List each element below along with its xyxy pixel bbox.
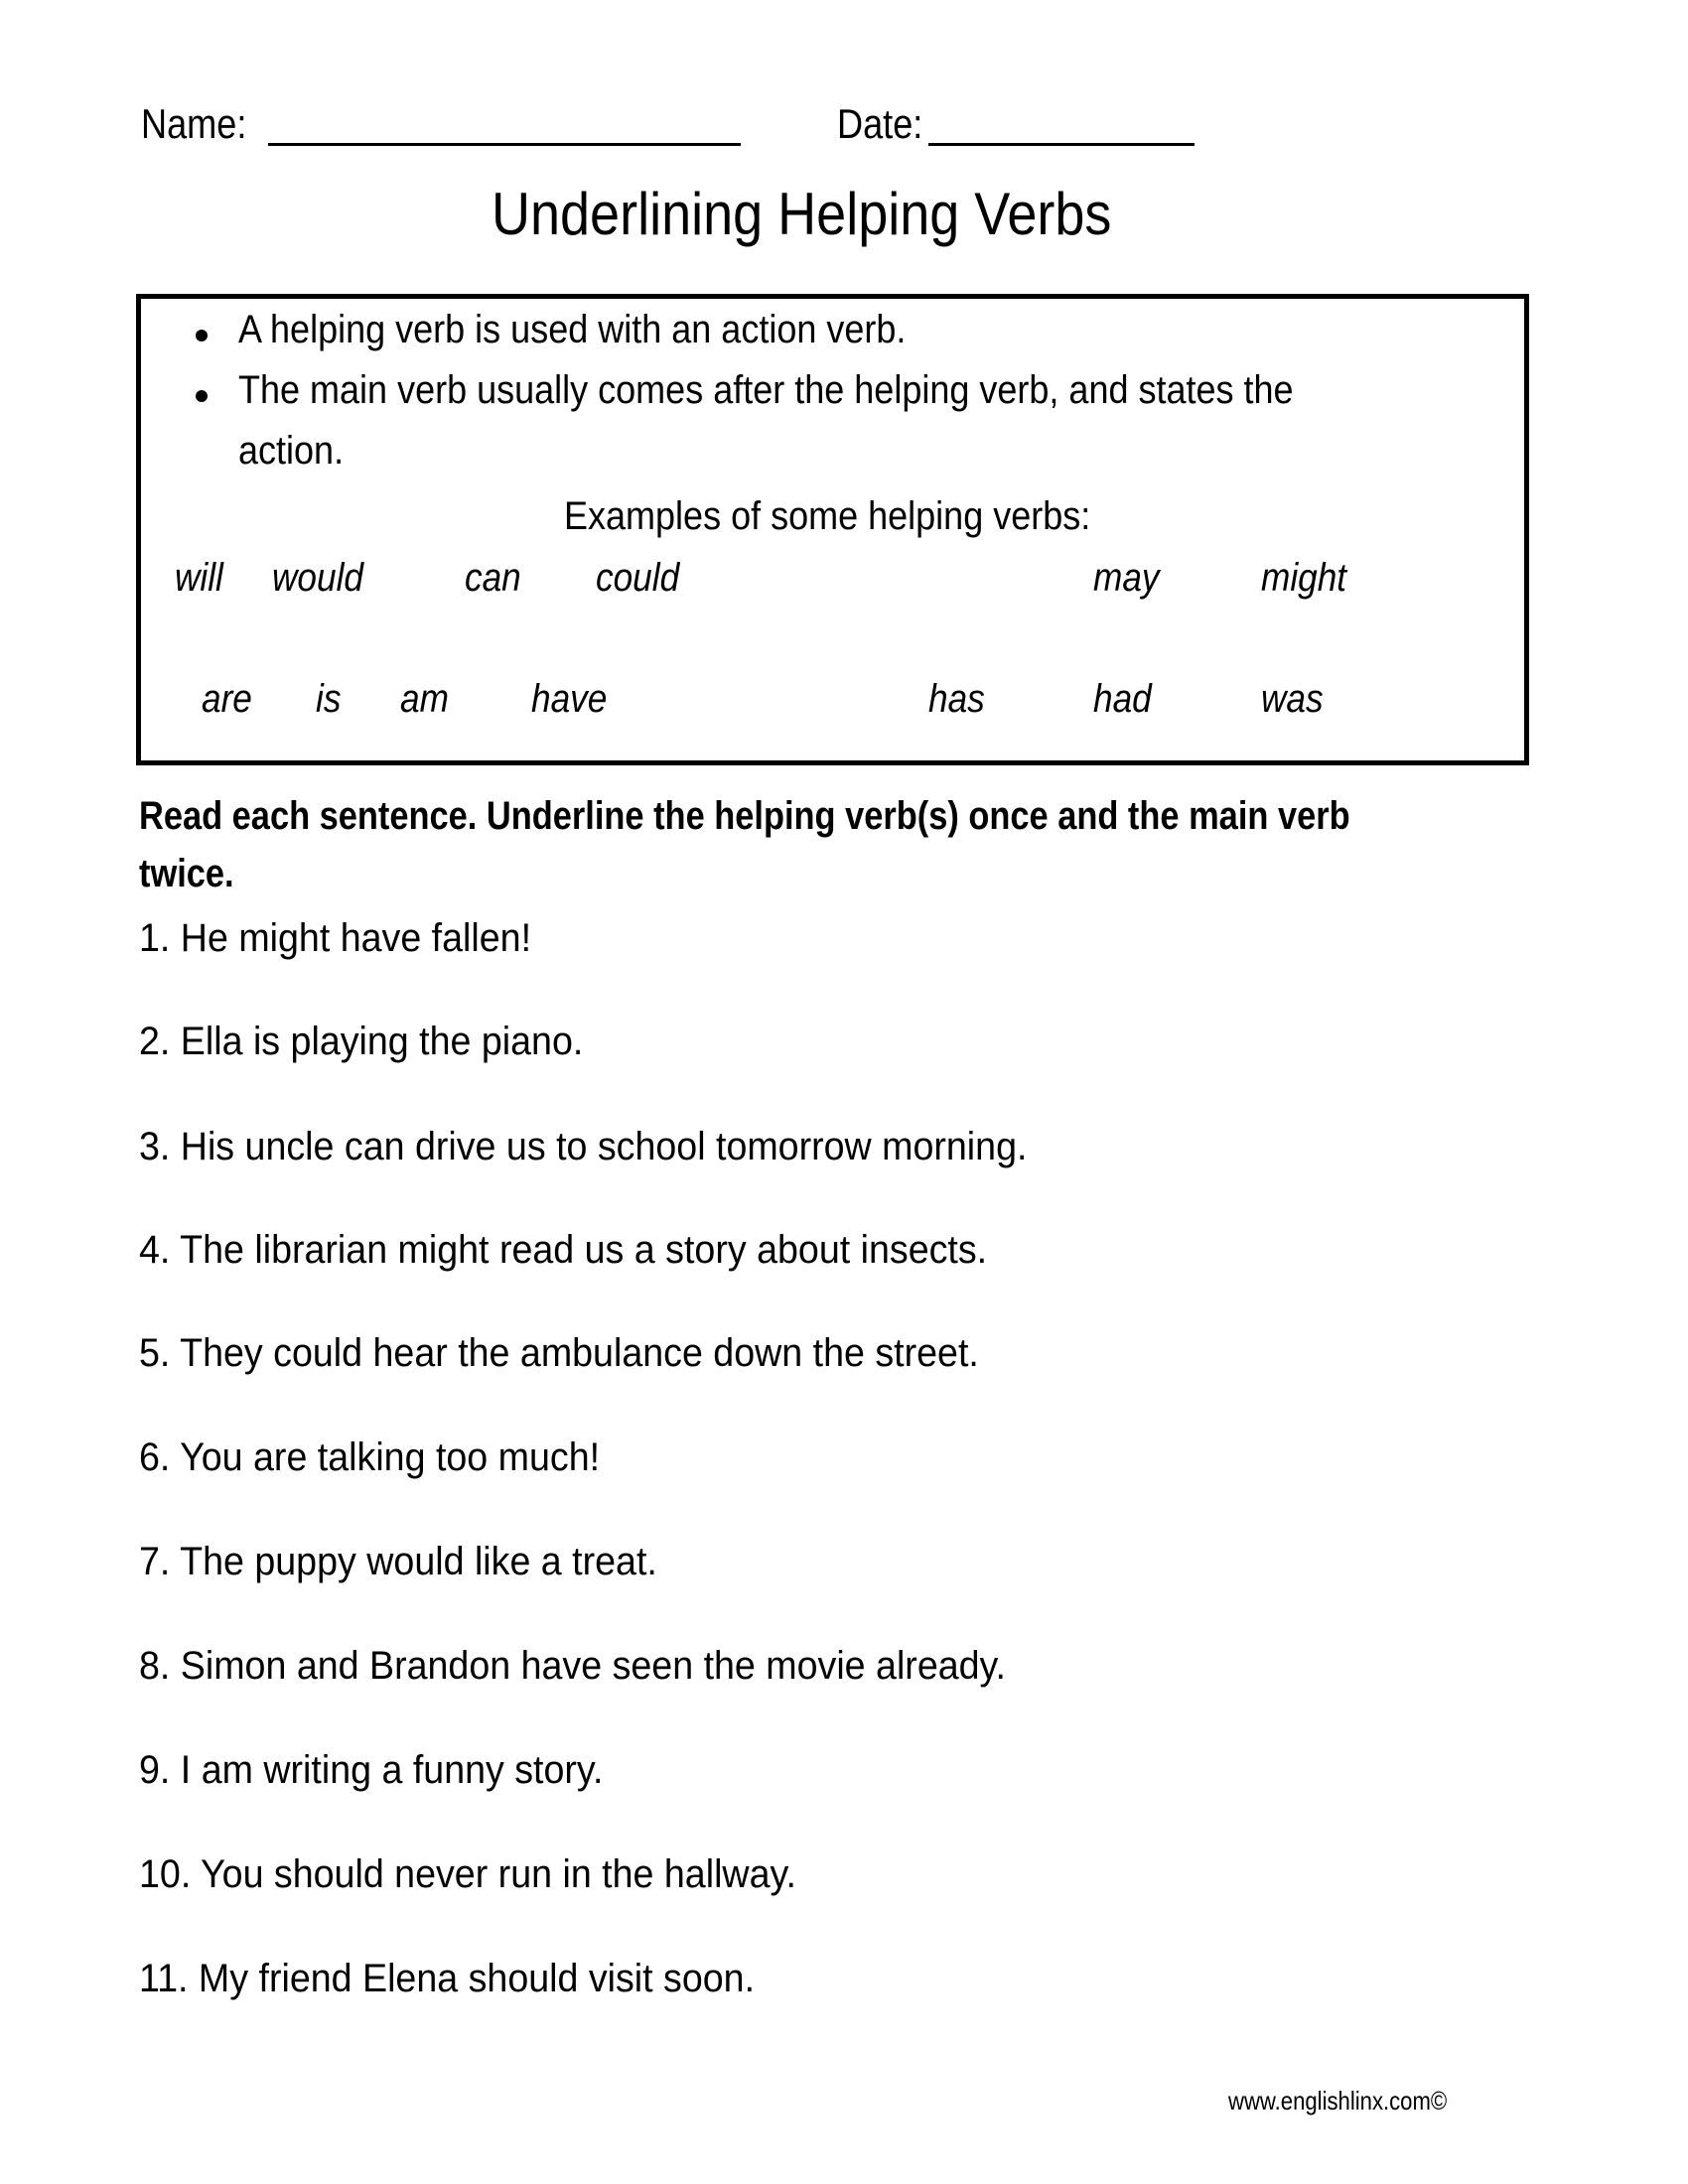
sentence-item: 8. Simon and Brandon have seen the movie…: [139, 1644, 1007, 1688]
helping-verb: is: [316, 677, 342, 721]
sentence-item: 3. His uncle can drive us to school tomo…: [139, 1125, 1028, 1168]
date-field[interactable]: [928, 143, 1195, 146]
helping-verb: are: [202, 677, 252, 721]
footer-copyright: www.englishlinx.com©: [1228, 2086, 1448, 2116]
bullet-text-continuation: action.: [238, 429, 345, 473]
helping-verb: can: [465, 556, 521, 600]
bullet-icon: [196, 390, 208, 402]
sentence-item: 10. You should never run in the hallway.: [139, 1852, 796, 1896]
helping-verb: may: [1093, 556, 1160, 600]
helping-verb: would: [272, 556, 363, 600]
date-label: Date:: [837, 100, 923, 147]
examples-heading: Examples of some helping verbs:: [564, 494, 1091, 538]
bullet-text: A helping verb is used with an action ve…: [238, 308, 907, 351]
name-label: Name:: [141, 100, 247, 147]
helping-verb: will: [175, 556, 223, 600]
instructions-line-2: twice.: [139, 852, 234, 895]
sentence-item: 7. The puppy would like a treat.: [139, 1540, 657, 1583]
sentence-item: 6. You are talking too much!: [139, 1435, 601, 1479]
helping-verb: have: [531, 677, 608, 721]
helping-verb: am: [400, 677, 449, 721]
instructions-line-1: Read each sentence. Underline the helpin…: [139, 794, 1350, 838]
sentence-item: 4. The librarian might read us a story a…: [139, 1228, 988, 1272]
sentence-item: 2. Ella is playing the piano.: [139, 1020, 584, 1063]
name-field[interactable]: [268, 143, 741, 146]
helping-verb: was: [1261, 677, 1324, 721]
helping-verb: had: [1093, 677, 1152, 721]
bullet-icon: [196, 330, 208, 341]
sentence-item: 9. I am writing a funny story.: [139, 1748, 604, 1792]
bullet-text: The main verb usually comes after the he…: [238, 368, 1294, 412]
sentence-item: 5. They could hear the ambulance down th…: [139, 1331, 979, 1375]
sentence-item: 11. My friend Elena should visit soon.: [139, 1957, 756, 2000]
page-title: Underlining Helping Verbs: [492, 181, 1112, 247]
helping-verb: could: [596, 556, 680, 600]
sentence-item: 1. He might have fallen!: [139, 916, 532, 960]
helping-verb: might: [1261, 556, 1347, 600]
helping-verb: has: [928, 677, 985, 721]
